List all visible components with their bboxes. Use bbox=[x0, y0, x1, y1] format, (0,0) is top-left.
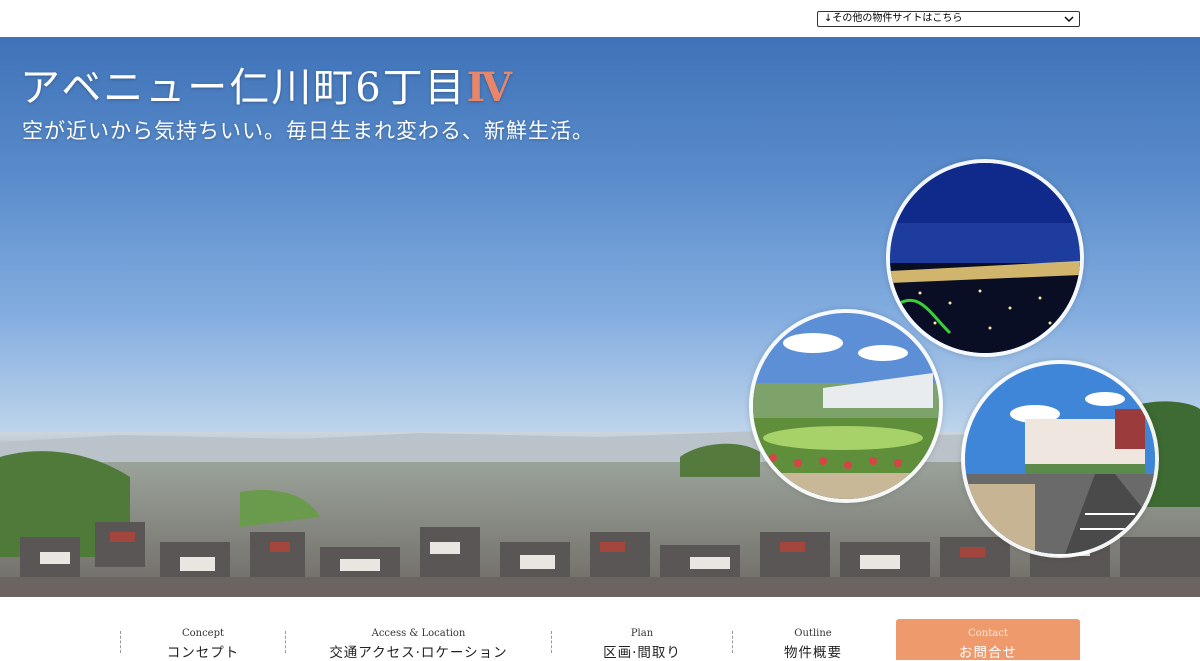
nav-item-access-location[interactable]: Access & Location 交通アクセス·ロケーション bbox=[286, 597, 551, 661]
hero-title-main: アベニュー仁川町6丁目 bbox=[20, 65, 467, 111]
nav-item-ja-label: 物件概要 bbox=[784, 645, 842, 661]
nav-contact-ja-label: お問合せ bbox=[959, 645, 1017, 661]
nav-item-en-label: Concept bbox=[181, 628, 225, 639]
hero-subtitle: 空が近いから気持ちいい。毎日生まれ変わる、新鮮生活。 bbox=[22, 119, 594, 143]
nav-contact-en-label: Contact bbox=[968, 628, 1008, 639]
nav-item-en-label: Access & Location bbox=[371, 628, 466, 639]
hero-title: アベニュー仁川町6丁目Ⅳ bbox=[20, 55, 514, 113]
nav-item-ja-label: コンセプト bbox=[166, 645, 240, 661]
nav-item-plan[interactable]: Plan 区画·間取り bbox=[552, 597, 732, 661]
nav-item-ja-label: 交通アクセス·ロケーション bbox=[329, 645, 508, 661]
other-sites-select[interactable]: ↓その他の物件サイトはこちら bbox=[817, 11, 1080, 27]
nav-item-concept[interactable]: Concept コンセプト bbox=[121, 597, 285, 661]
shopping-mall-photo bbox=[961, 360, 1159, 558]
top-bar: ↓その他の物件サイトはこちら bbox=[0, 0, 1200, 37]
nav-item-en-label: Plan bbox=[630, 628, 654, 639]
night-view-photo bbox=[886, 159, 1084, 357]
chevron-down-icon bbox=[1064, 16, 1074, 22]
park-photo bbox=[749, 309, 943, 503]
nav-item-outline[interactable]: Outline 物件概要 bbox=[733, 597, 893, 661]
nav-item-ja-label: 区画·間取り bbox=[603, 645, 681, 661]
nav-item-contact[interactable]: Contact お問合せ bbox=[896, 619, 1080, 661]
hero-title-number: Ⅳ bbox=[466, 64, 515, 111]
nav-item-en-label: Outline bbox=[794, 628, 832, 639]
other-sites-select-value: ↓その他の物件サイトはこちら bbox=[824, 13, 963, 24]
hero-banner: アベニュー仁川町6丁目Ⅳ 空が近いから気持ちいい。毎日生まれ変わる、新鮮生活。 bbox=[0, 37, 1200, 597]
main-navigation: Concept コンセプト Access & Location 交通アクセス·ロ… bbox=[0, 597, 1200, 661]
